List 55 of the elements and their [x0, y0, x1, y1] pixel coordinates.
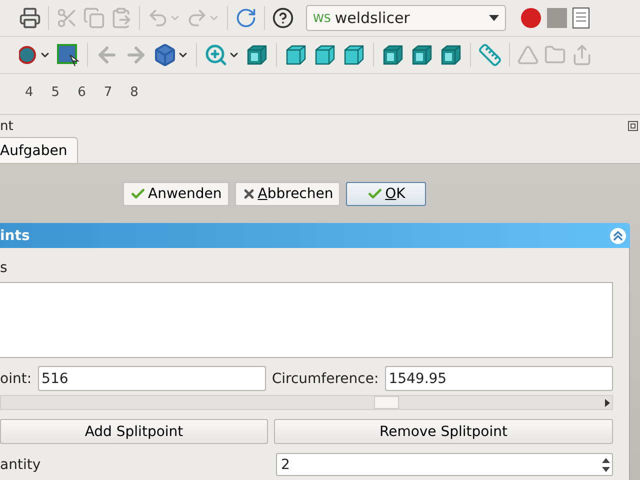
record-icon: [520, 7, 542, 29]
splitpoint-button[interactable]: Add Splitpoint: [0, 419, 268, 444]
left-view-icon: [439, 43, 463, 67]
view-number[interactable]: 4: [25, 84, 34, 100]
splitpoint-button[interactable]: Remove Splitpoint: [274, 419, 613, 444]
stop-icon: [547, 8, 567, 28]
quantity-spinbox[interactable]: 2: [276, 453, 613, 476]
dialog-button[interactable]: OK: [346, 182, 426, 206]
workbench-label: WS: [313, 12, 331, 24]
view-number[interactable]: 7: [104, 84, 112, 100]
circumference-label: Circumference:: [272, 370, 379, 386]
caret-icon: [489, 15, 499, 21]
tab[interactable]: Aufgaben: [0, 137, 78, 163]
help-icon: [272, 7, 294, 29]
section-title: ints: [0, 228, 30, 244]
redo-icon: [186, 7, 208, 29]
panel-title: nt: [0, 118, 14, 134]
collapse-icon[interactable]: [610, 228, 626, 244]
right-arrow-icon[interactable]: [602, 398, 612, 408]
point-label: oint:: [0, 370, 32, 386]
rear-view-icon: [381, 43, 405, 67]
dialog-button[interactable]: Abbrechen: [234, 182, 340, 206]
isometric-view-icon: [245, 43, 269, 67]
undo-icon: [147, 7, 169, 29]
scissors-icon: [56, 7, 78, 29]
bottom-view-icon: [410, 43, 434, 67]
cube-icon: [153, 43, 177, 67]
shape-icon: [517, 44, 539, 66]
undock-icon[interactable]: [628, 121, 638, 131]
box-selection-icon: [56, 43, 80, 67]
view-number[interactable]: 8: [130, 84, 138, 100]
zoom-icon: [204, 43, 228, 67]
front-view-icon: [284, 43, 308, 67]
folder-icon: [544, 44, 566, 66]
slider-handle[interactable]: [374, 396, 399, 409]
horizontal-slider[interactable]: [0, 395, 613, 410]
cross-icon: [242, 187, 256, 201]
document-icon: [572, 7, 590, 29]
list-label: s: [0, 259, 8, 278]
right-view-icon: [342, 43, 366, 67]
refresh-icon: [235, 7, 257, 29]
quantity-label: antity: [0, 456, 42, 472]
workbench-name: weldslicer: [334, 9, 411, 27]
printer-icon: [19, 7, 41, 29]
ruler-icon: [478, 43, 502, 67]
top-view-icon: [313, 43, 337, 67]
dialog-button[interactable]: Anwenden: [123, 182, 229, 206]
point-field[interactable]: 516: [38, 366, 266, 391]
workbench-dropdown[interactable]: WS weldslicer: [306, 5, 506, 31]
view-number[interactable]: 5: [51, 84, 60, 100]
clipboard-icon: [110, 7, 132, 29]
view-number[interactable]: 6: [78, 84, 86, 100]
circumference-field[interactable]: 1549.95: [384, 366, 613, 391]
share-icon: [571, 44, 593, 66]
copy-icon: [83, 7, 105, 29]
